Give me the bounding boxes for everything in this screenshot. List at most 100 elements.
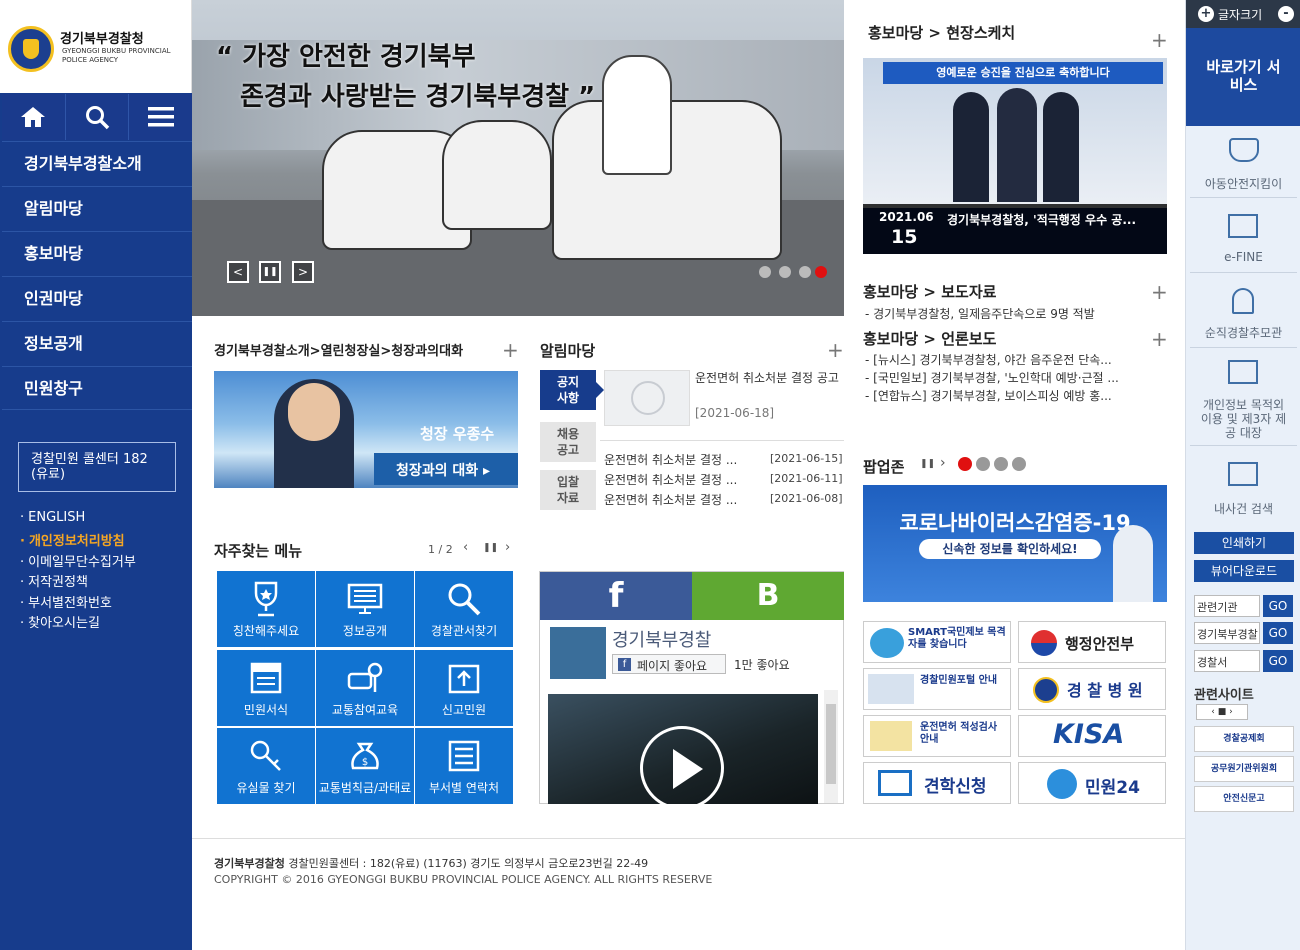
media-item[interactable]: - [연합뉴스] 경기북부경찰, 보이스피싱 예방 홍... <box>865 387 1112 404</box>
hero-pause-button[interactable]: ❚❚ <box>259 261 281 283</box>
quicklink-email[interactable]: 이메일무단수집거부 <box>20 551 136 570</box>
partner-smart-report[interactable]: SMART국민제보 목격자를 찾습니다 <box>863 621 1011 663</box>
print-button[interactable]: 인쇄하기 <box>1194 532 1294 554</box>
notice-featured-text[interactable]: 운전면허 취소처분 결정 공고 <box>695 371 843 386</box>
freq-pause-button[interactable]: ❚❚ <box>483 543 498 553</box>
partner-minwon24[interactable]: 민원24 <box>1018 762 1166 804</box>
side-child-safety[interactable]: 아동안전지킴이 <box>1186 175 1300 192</box>
sketch-photo[interactable]: 영예로운 승진을 진심으로 축하합니다 2021.06 15 경기북부경찰청, … <box>863 58 1167 254</box>
chief-more-button[interactable]: + <box>502 340 519 360</box>
popup-dot-active[interactable] <box>958 457 972 471</box>
gnb-promo[interactable]: 홍보마당 <box>2 231 192 275</box>
play-icon[interactable] <box>640 726 724 810</box>
quicklink-location[interactable]: 찾아오시는길 <box>20 612 100 631</box>
hero-dot-active[interactable] <box>815 266 827 278</box>
media-item[interactable]: - [국민일보] 경기북부경찰, '노인학대 예방·근절 ... <box>865 369 1119 386</box>
minwon-icon <box>1047 769 1077 799</box>
partner-tour[interactable]: 견학신청 <box>863 762 1011 804</box>
viewer-download-button[interactable]: 뷰어다운로드 <box>1194 560 1294 582</box>
search-icon[interactable] <box>66 94 130 140</box>
like-button[interactable]: f 페이지 좋아요 <box>612 654 726 674</box>
tab-recruit[interactable]: 채용 공고 <box>540 422 596 462</box>
font-decrease-button[interactable]: - <box>1278 6 1294 22</box>
chief-banner[interactable]: 청장 우종수 청장과의 대화 ▸ <box>214 371 518 488</box>
tab-bid[interactable]: 입찰 자료 <box>540 470 596 510</box>
sketch-more-button[interactable]: + <box>1151 30 1168 50</box>
freq-next-button[interactable]: › <box>505 540 510 555</box>
hero-slider[interactable]: “ 가장 안전한 경기북부 존경과 사랑받는 경기북부경찰 ” < ❚❚ > <box>192 0 844 316</box>
gnb-info[interactable]: 정보공개 <box>2 321 192 365</box>
partner-police-hospital[interactable]: 경 찰 병 원 <box>1018 668 1166 710</box>
home-icon[interactable] <box>2 94 66 140</box>
tile-traffic-edu[interactable]: 교통참여교육 <box>316 650 414 726</box>
tile-report[interactable]: 신고민원 <box>415 650 513 726</box>
callcenter-box[interactable]: 경찰민원 콜센터 182 (유료) <box>18 442 176 492</box>
freq-prev-button[interactable]: ‹ <box>463 540 468 555</box>
gnb-civil[interactable]: 민원창구 <box>2 366 192 410</box>
banner-public-committee[interactable]: 공무원기관위원회 <box>1194 756 1294 782</box>
gnb-about[interactable]: 경기북부경찰소개 <box>2 141 192 185</box>
media-item[interactable]: - [뉴시스] 경기북부경찰청, 야간 음주운전 단속... <box>865 351 1112 368</box>
notice-row-text[interactable]: 운전면허 취소처분 결정 ... <box>604 471 737 488</box>
tile-forms[interactable]: 민원서식 <box>217 650 315 726</box>
go-button[interactable]: GO <box>1263 595 1293 617</box>
press-more-button[interactable]: + <box>1151 282 1168 302</box>
side-case-search[interactable]: 내사건 검색 <box>1186 500 1300 517</box>
popup-next-button[interactable]: › <box>940 455 946 471</box>
notice-row-text[interactable]: 운전면허 취소처분 결정 ... <box>604 491 737 508</box>
hero-dot[interactable] <box>799 266 811 278</box>
quicklink-phone[interactable]: 부서별전화번호 <box>20 592 112 611</box>
partner-kisa[interactable]: KISA <box>1018 715 1166 757</box>
chief-talk-link[interactable]: 청장과의 대화 ▸ <box>374 453 518 485</box>
quicklink-english[interactable]: ENGLISH <box>20 510 85 525</box>
side-efine[interactable]: e-FINE <box>1186 250 1300 264</box>
related-sites-controls[interactable]: ‹ ■ › <box>1196 704 1248 720</box>
hero-dot[interactable] <box>779 266 791 278</box>
blog-tab[interactable]: B <box>692 572 844 620</box>
notice-thumbnail[interactable] <box>604 370 690 426</box>
popup-dot[interactable] <box>994 457 1008 471</box>
quicklink-copyright[interactable]: 저작권정책 <box>20 571 88 590</box>
partner-license-test[interactable]: 운전면허 적성검사 안내 <box>863 715 1011 757</box>
sns-video[interactable] <box>548 694 818 810</box>
popup-pause-button[interactable]: ❚❚ <box>920 459 935 469</box>
sns-page-name[interactable]: 경기북부경찰 <box>612 626 711 652</box>
partner-civil-portal[interactable]: 경찰민원포털 안내 <box>863 668 1011 710</box>
popup-dot[interactable] <box>976 457 990 471</box>
media-more-button[interactable]: + <box>1151 329 1168 349</box>
popup-banner-covid[interactable]: 코로나바이러스감염증-19 신속한 정보를 확인하세요! <box>863 485 1167 602</box>
press-item[interactable]: - 경기북부경찰청, 일제음주단속으로 9명 적발 <box>865 305 1095 322</box>
banner-police-mutual-aid[interactable]: 경찰공제회 <box>1194 726 1294 752</box>
go-button[interactable]: GO <box>1263 650 1293 672</box>
font-increase-button[interactable]: + <box>1198 6 1214 22</box>
popup-dot[interactable] <box>1012 457 1026 471</box>
tile-station[interactable]: 경찰관서찾기 <box>415 571 513 647</box>
tile-info[interactable]: 정보공개 <box>316 571 414 647</box>
hero-next-button[interactable]: > <box>292 261 314 283</box>
notice-row-text[interactable]: 운전면허 취소처분 결정 ... <box>604 451 737 468</box>
hero-dot[interactable] <box>759 266 771 278</box>
partner-mois[interactable]: 행정안전부 <box>1018 621 1166 663</box>
site-logo[interactable]: 경기북부경찰청 GYEONGGI BUKBU PROVINCIAL POLICE… <box>0 0 192 93</box>
facebook-tab[interactable]: f <box>540 572 692 620</box>
quicklink-privacy[interactable]: 개인정보처리방침 <box>20 530 125 549</box>
notice-more-button[interactable]: + <box>827 340 844 360</box>
go-button[interactable]: GO <box>1263 622 1293 644</box>
police-station-select[interactable]: 경찰서 <box>1194 650 1260 672</box>
tab-notice[interactable]: 공지 사항 <box>540 370 596 410</box>
scrollbar-thumb[interactable] <box>826 704 836 784</box>
side-privacy-ledger[interactable]: 개인정보 목적외 이용 및 제3자 제공 대장 <box>1186 398 1300 440</box>
gnb-rights[interactable]: 인권마당 <box>2 276 192 320</box>
tile-lost[interactable]: 유실물 찾기 <box>217 728 315 804</box>
gyeonggi-police-select[interactable]: 경기북부경찰 <box>1194 622 1260 644</box>
tile-praise[interactable]: 칭찬해주세요 <box>217 571 315 647</box>
related-org-select[interactable]: 관련기관 <box>1194 595 1260 617</box>
hero-prev-button[interactable]: < <box>227 261 249 283</box>
scrollbar[interactable] <box>824 690 838 803</box>
menu-icon[interactable] <box>129 94 192 140</box>
tile-fines[interactable]: $ 교통범칙금/과태료 <box>316 728 414 804</box>
gnb-notice[interactable]: 알림마당 <box>2 186 192 230</box>
banner-safety-report[interactable]: 안전신문고 <box>1194 786 1294 812</box>
tile-contacts[interactable]: 부서별 연락처 <box>415 728 513 804</box>
side-memorial[interactable]: 순직경찰추모관 <box>1186 324 1300 341</box>
